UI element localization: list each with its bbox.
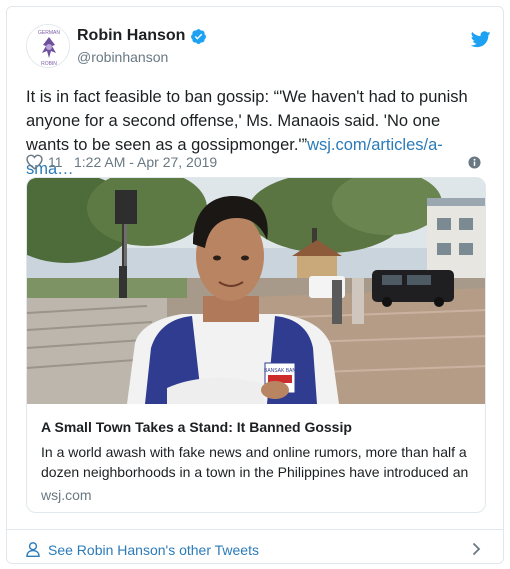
card-title[interactable]: A Small Town Takes a Stand: It Banned Go…	[41, 419, 352, 435]
person-icon	[26, 542, 40, 557]
tweet-card: GERMAN ROBIN Robin Hanson @robinhanson I…	[6, 6, 504, 564]
other-tweets-link[interactable]: See Robin Hanson's other Tweets	[48, 542, 259, 558]
avatar-image: GERMAN ROBIN	[27, 25, 69, 67]
handle[interactable]: @robinhanson	[77, 49, 168, 65]
avatar-text-bottom: ROBIN	[41, 61, 57, 67]
timestamp[interactable]: 1:22 AM - Apr 27, 2019	[74, 154, 217, 170]
twitter-icon[interactable]	[471, 31, 491, 48]
vest-badge-text: BANSAK BAN	[264, 368, 296, 374]
tweet-meta: 11 1:22 AM - Apr 27, 2019	[26, 153, 486, 173]
avatar[interactable]: GERMAN ROBIN	[26, 24, 70, 68]
chevron-right-icon[interactable]	[472, 542, 481, 556]
info-icon[interactable]	[468, 156, 481, 169]
tweet-header: GERMAN ROBIN Robin Hanson @robinhanson	[7, 7, 503, 77]
display-name[interactable]: Robin Hanson	[77, 27, 185, 45]
article-image: BANSAK BAN	[27, 178, 485, 404]
avatar-text-top: GERMAN	[38, 30, 60, 36]
heart-icon[interactable]	[26, 154, 43, 170]
card-domain: wsj.com	[41, 487, 92, 503]
like-count[interactable]: 11	[48, 154, 63, 170]
tweet-footer[interactable]: See Robin Hanson's other Tweets	[7, 529, 503, 565]
card-description: In a world awash with fake news and onli…	[41, 444, 469, 480]
verified-icon	[191, 29, 206, 44]
link-preview-card[interactable]: BANSAK BAN A Small Town Takes a Stand: I…	[26, 177, 486, 513]
